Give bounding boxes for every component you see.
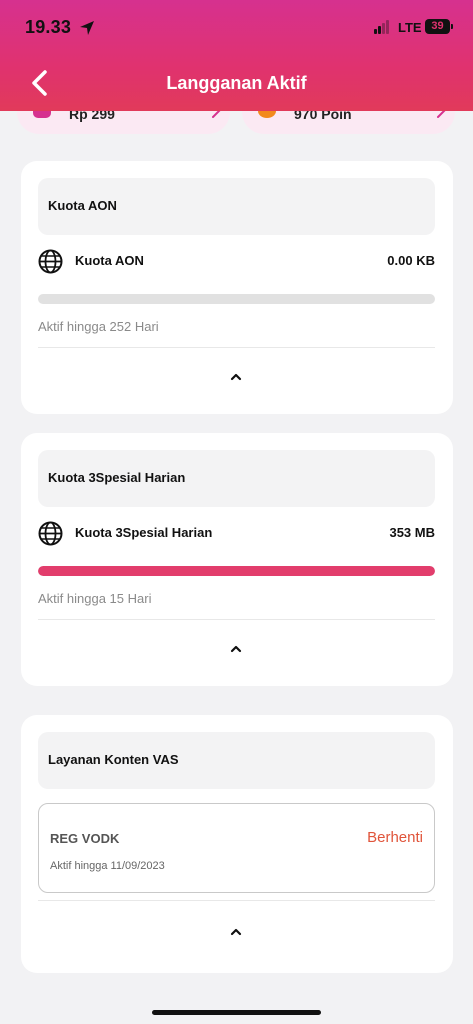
location-arrow-icon — [80, 21, 94, 35]
chevron-up-icon[interactable] — [229, 372, 243, 382]
active-until-text: Aktif hingga 11/09/2023 — [50, 860, 165, 872]
quota-value: 353 MB — [389, 525, 435, 540]
globe-icon — [38, 249, 63, 274]
divider — [38, 900, 435, 901]
card-header: Layanan Konten VAS — [38, 732, 435, 789]
chevron-up-icon[interactable] — [229, 927, 243, 937]
vas-card: Layanan Konten VAS REG VODK Berhenti Akt… — [21, 715, 453, 973]
quota-name: Kuota 3Spesial Harian — [75, 525, 213, 540]
signal-icon — [374, 20, 392, 34]
divider — [38, 619, 435, 620]
battery-level: 39 — [431, 20, 444, 32]
stop-button[interactable]: Berhenti — [367, 829, 423, 846]
quota-progress-fill — [38, 566, 435, 576]
quota-row: Kuota AON 0.00 KB — [38, 249, 435, 279]
card-header-title: Kuota 3Spesial Harian — [48, 470, 186, 485]
quota-card: Kuota AON Kuota AON 0.00 KB Aktif hingga… — [21, 161, 453, 414]
status-time: 19.33 — [25, 17, 72, 37]
quota-progress-bar — [38, 566, 435, 576]
quota-card: Kuota 3Spesial Harian Kuota 3Spesial Har… — [21, 433, 453, 686]
battery-icon: 39 — [425, 19, 450, 34]
card-header: Kuota 3Spesial Harian — [38, 450, 435, 507]
chevron-up-icon[interactable] — [229, 644, 243, 654]
card-header: Kuota AON — [38, 178, 435, 235]
vas-service-item: REG VODK Berhenti Aktif hingga 11/09/202… — [38, 803, 435, 893]
active-until-text: Aktif hingga 15 Hari — [38, 591, 152, 606]
card-header-title: Layanan Konten VAS — [48, 752, 179, 767]
quota-row: Kuota 3Spesial Harian 353 MB — [38, 521, 435, 551]
battery-tip — [451, 24, 453, 29]
card-header-title: Kuota AON — [48, 198, 117, 213]
quota-progress-bar — [38, 294, 435, 304]
page-title: Langganan Aktif — [166, 73, 307, 93]
quota-name: Kuota AON — [75, 253, 144, 268]
app-header: 19.33 LTE 39 Langganan Aktif — [0, 0, 473, 111]
vas-service-name: REG VODK — [50, 831, 120, 846]
network-type: LTE — [398, 20, 422, 35]
globe-icon — [38, 521, 63, 546]
divider — [38, 347, 435, 348]
active-until-text: Aktif hingga 252 Hari — [38, 319, 159, 334]
quota-value: 0.00 KB — [387, 253, 435, 268]
home-indicator[interactable] — [152, 1010, 321, 1015]
